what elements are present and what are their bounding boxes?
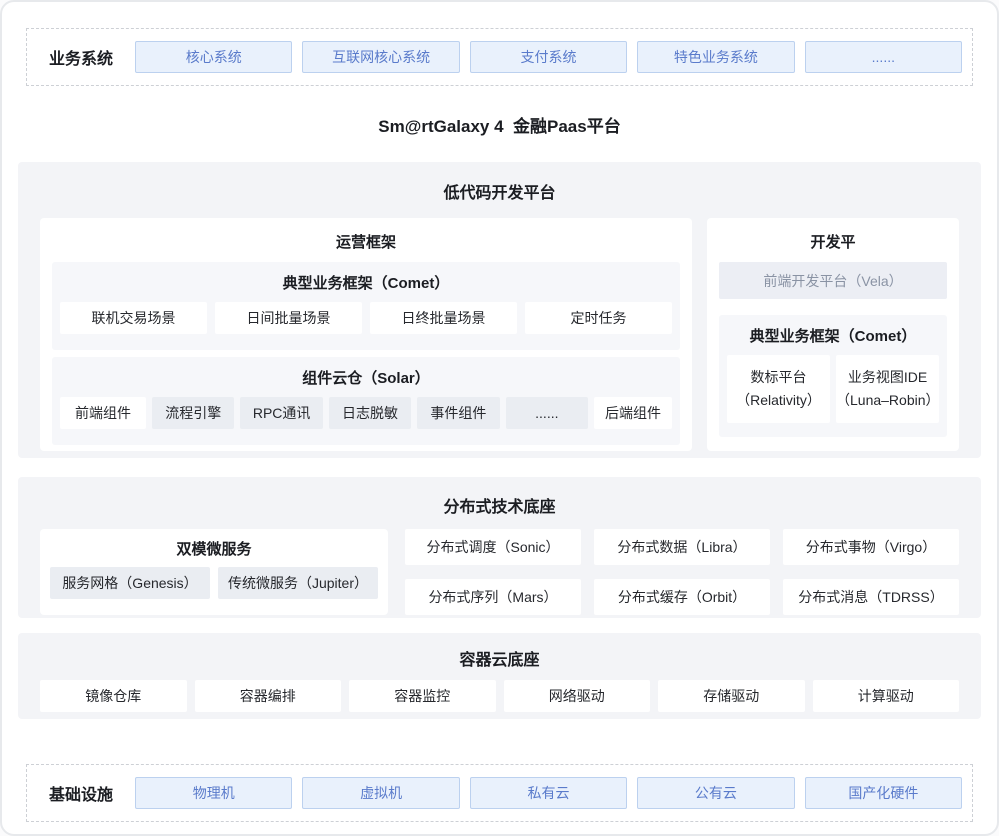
comet-item-timed-task[interactable]: 定时任务 (525, 302, 672, 334)
distributed-sequence-mars[interactable]: 分布式序列（Mars） (405, 579, 581, 615)
operation-framework-title: 运营框架 (52, 218, 680, 262)
vela-frontend-platform[interactable]: 前端开发平台（Vela） (719, 262, 947, 299)
business-systems-label: 业务系统 (27, 45, 135, 69)
infrastructure-items: 物理机 虚拟机 私有云 公有云 国产化硬件 (135, 777, 962, 809)
dual-mode-card: 双模微服务 服务网格（Genesis） 传统微服务（Jupiter） (40, 529, 388, 615)
comet-framework-group: 典型业务框架（Comet） 联机交易场景 日间批量场景 日终批量场景 定时任务 (52, 262, 680, 350)
business-systems-items: 核心系统 互联网核心系统 支付系统 特色业务系统 ...... (135, 41, 962, 73)
biz-system-core[interactable]: 核心系统 (135, 41, 292, 73)
infra-physical-machine[interactable]: 物理机 (135, 777, 292, 809)
infra-private-cloud[interactable]: 私有云 (470, 777, 627, 809)
comet-item-eod-batch[interactable]: 日终批量场景 (370, 302, 517, 334)
distributed-message-tdrss[interactable]: 分布式消息（TDRSS） (783, 579, 959, 615)
container-base-title: 容器云底座 (18, 633, 981, 680)
biz-system-special[interactable]: 特色业务系统 (637, 41, 794, 73)
low-code-section: 低代码开发平台 运营框架 典型业务框架（Comet） 联机交易场景 日间批量场景… (18, 162, 981, 458)
solar-warehouse-title: 组件云仓（Solar） (60, 357, 672, 397)
comet-item-intraday-batch[interactable]: 日间批量场景 (215, 302, 362, 334)
compute-driver[interactable]: 计算驱动 (813, 680, 960, 712)
solar-items: 前端组件 流程引擎 RPC通讯 日志脱敏 事件组件 ...... 后端组件 (60, 397, 672, 429)
dev-comet-group: 典型业务框架（Comet） 数标平台 （Relativity） 业务视图IDE … (719, 315, 947, 437)
infra-public-cloud[interactable]: 公有云 (637, 777, 794, 809)
solar-chip-event[interactable]: 事件组件 (417, 397, 499, 429)
dual-mode-title: 双模微服务 (50, 529, 378, 567)
dev-platform-title: 开发平 (719, 218, 947, 262)
distributed-grid: 分布式调度（Sonic） 分布式数据（Libra） 分布式事物（Virgo） 分… (405, 529, 959, 615)
dev-platform-card: 开发平 前端开发平台（Vela） 典型业务框架（Comet） 数标平台 （Rel… (707, 218, 959, 451)
distributed-transaction-virgo[interactable]: 分布式事物（Virgo） (783, 529, 959, 565)
solar-warehouse-group: 组件云仓（Solar） 前端组件 流程引擎 RPC通讯 日志脱敏 事件组件 ..… (52, 357, 680, 445)
distributed-cache-orbit[interactable]: 分布式缓存（Orbit） (594, 579, 770, 615)
dev-comet-title: 典型业务框架（Comet） (727, 315, 939, 355)
luna-robin-line2: （Luna–Robin） (836, 389, 939, 412)
solar-backend-components[interactable]: 后端组件 (594, 397, 672, 429)
solar-chip-rpc[interactable]: RPC通讯 (240, 397, 322, 429)
container-orchestration[interactable]: 容器编排 (195, 680, 342, 712)
architecture-diagram: 业务系统 核心系统 互联网核心系统 支付系统 特色业务系统 ...... Sm@… (0, 0, 999, 836)
solar-chip-more[interactable]: ...... (506, 397, 588, 429)
service-mesh-genesis[interactable]: 服务网格（Genesis） (50, 567, 210, 599)
dev-comet-items: 数标平台 （Relativity） 业务视图IDE （Luna–Robin） (727, 355, 939, 423)
biz-system-payment[interactable]: 支付系统 (470, 41, 627, 73)
business-systems-row: 业务系统 核心系统 互联网核心系统 支付系统 特色业务系统 ...... (26, 28, 973, 86)
platform-title: Sm@rtGalaxy 4 金融Paas平台 (2, 86, 997, 162)
image-registry[interactable]: 镜像仓库 (40, 680, 187, 712)
solar-frontend-components[interactable]: 前端组件 (60, 397, 146, 429)
operation-framework-card: 运营框架 典型业务框架（Comet） 联机交易场景 日间批量场景 日终批量场景 … (40, 218, 692, 451)
distributed-data-libra[interactable]: 分布式数据（Libra） (594, 529, 770, 565)
biz-system-more[interactable]: ...... (805, 41, 962, 73)
relativity-line2: （Relativity） (736, 389, 821, 412)
infra-domestic-hardware[interactable]: 国产化硬件 (805, 777, 962, 809)
dual-mode-items: 服务网格（Genesis） 传统微服务（Jupiter） (50, 567, 378, 599)
network-driver[interactable]: 网络驱动 (504, 680, 651, 712)
luna-robin-ide[interactable]: 业务视图IDE （Luna–Robin） (836, 355, 939, 423)
infrastructure-label: 基础设施 (27, 781, 135, 805)
distributed-scheduling-sonic[interactable]: 分布式调度（Sonic） (405, 529, 581, 565)
low-code-title: 低代码开发平台 (18, 162, 981, 218)
distributed-content: 双模微服务 服务网格（Genesis） 传统微服务（Jupiter） 分布式调度… (18, 529, 981, 615)
biz-system-internet-core[interactable]: 互联网核心系统 (302, 41, 459, 73)
comet-framework-title: 典型业务框架（Comet） (60, 262, 672, 302)
comet-items: 联机交易场景 日间批量场景 日终批量场景 定时任务 (60, 302, 672, 334)
container-monitoring[interactable]: 容器监控 (349, 680, 496, 712)
luna-robin-line1: 业务视图IDE (848, 366, 927, 389)
container-base-section: 容器云底座 镜像仓库 容器编排 容器监控 网络驱动 存储驱动 计算驱动 (18, 633, 981, 719)
infra-virtual-machine[interactable]: 虚拟机 (302, 777, 459, 809)
relativity-data-platform[interactable]: 数标平台 （Relativity） (727, 355, 830, 423)
distributed-base-title: 分布式技术底座 (18, 477, 981, 529)
comet-item-online-trade[interactable]: 联机交易场景 (60, 302, 207, 334)
relativity-line1: 数标平台 (751, 366, 807, 389)
low-code-content: 运营框架 典型业务框架（Comet） 联机交易场景 日间批量场景 日终批量场景 … (18, 218, 981, 451)
solar-chip-log-masking[interactable]: 日志脱敏 (329, 397, 411, 429)
distributed-base-section: 分布式技术底座 双模微服务 服务网格（Genesis） 传统微服务（Jupite… (18, 477, 981, 618)
infrastructure-row: 基础设施 物理机 虚拟机 私有云 公有云 国产化硬件 (26, 764, 973, 822)
solar-chip-process-engine[interactable]: 流程引擎 (152, 397, 234, 429)
container-base-items: 镜像仓库 容器编排 容器监控 网络驱动 存储驱动 计算驱动 (18, 680, 981, 712)
storage-driver[interactable]: 存储驱动 (658, 680, 805, 712)
traditional-microservice-jupiter[interactable]: 传统微服务（Jupiter） (218, 567, 378, 599)
